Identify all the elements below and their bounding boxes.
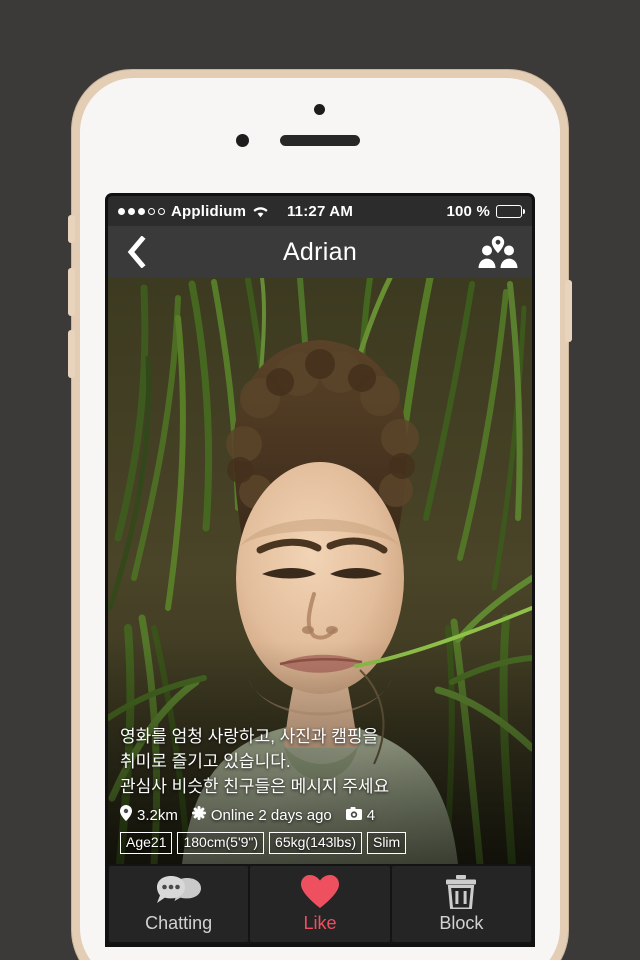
bio-line: 영화를 엄청 사랑하고, 사진과 캠핑을 [120,727,379,746]
status-bar: Applidium 11:27 AM 100 % [108,196,532,226]
back-button[interactable] [108,226,164,278]
action-toolbar: Chatting Like Block [108,864,532,944]
chatting-button[interactable]: Chatting [109,866,249,942]
chat-bubbles-icon [156,875,201,909]
camera-icon [345,806,362,824]
distance-meta: 3.2km [120,805,178,825]
phone-screen: Applidium 11:27 AM 100 % Adrian 영화를 엄청 사… [108,196,532,944]
signal-dot [118,207,125,215]
attribute-chip: 180cm(5'9") [177,832,265,854]
battery-percentage: 100 % [446,202,490,220]
nearby-people-button[interactable] [468,226,528,278]
earpiece-speaker [280,135,360,146]
signal-dot [148,207,155,215]
profile-attribute-chips: Age21 180cm(5'9") 65kg(143lbs) Slim [120,832,520,854]
bio-line: 관심사 비슷한 친구들은 메시지 주세요 [120,777,390,796]
photo-count-meta: 4 [345,806,376,824]
bio-line: 취미로 즐기고 있습니다. [120,752,291,771]
volume-down-button[interactable] [68,330,75,378]
attribute-chip: Slim [366,832,407,854]
bio-text: 영화를 엄청 사랑하고, 사진과 캠핑을취미로 즐기고 있습니다. 관심사 비슷한… [120,724,520,799]
trash-icon [445,874,477,909]
like-button[interactable]: Like [250,866,390,942]
carrier-name: Applidium [171,202,247,220]
silent-switch-button[interactable] [68,215,75,243]
profile-info-overlay: 영화를 엄청 사랑하고, 사진과 캠핑을취미로 즐기고 있습니다. 관심사 비슷한… [108,724,532,864]
like-label: Like [303,912,337,933]
signal-dot [138,207,145,215]
people-location-icon [478,236,518,268]
location-pin-icon [120,805,132,825]
heart-icon [300,874,339,909]
distance-label: 3.2km [137,806,178,824]
block-label: Block [439,912,484,933]
profile-photo[interactable]: 영화를 엄청 사랑하고, 사진과 캠핑을취미로 즐기고 있습니다. 관심사 비슷한… [108,278,532,864]
proximity-sensor [236,134,249,147]
profile-meta-row: 3.2km Online 2 days ago 4 [120,805,520,825]
online-status-label: Online 2 days ago [210,806,332,824]
signal-dot [158,207,165,215]
navigation-bar: Adrian [108,226,532,278]
block-button[interactable]: Block [391,866,531,942]
online-status-meta: Online 2 days ago [191,806,332,824]
power-button[interactable] [565,280,572,342]
status-bar-right: 100 % [446,202,525,220]
signal-dot [128,207,135,215]
front-camera-lens [314,104,325,115]
asterisk-icon [191,806,206,824]
signal-strength-icon [118,207,165,215]
page-title: Adrian [282,237,358,266]
chatting-label: Chatting [145,912,213,933]
volume-up-button[interactable] [68,268,75,316]
wifi-icon [252,205,269,218]
photo-count-label: 4 [366,806,376,824]
attribute-chip: 65kg(143lbs) [269,832,362,854]
battery-icon [496,204,525,218]
attribute-chip: Age21 [120,832,173,854]
